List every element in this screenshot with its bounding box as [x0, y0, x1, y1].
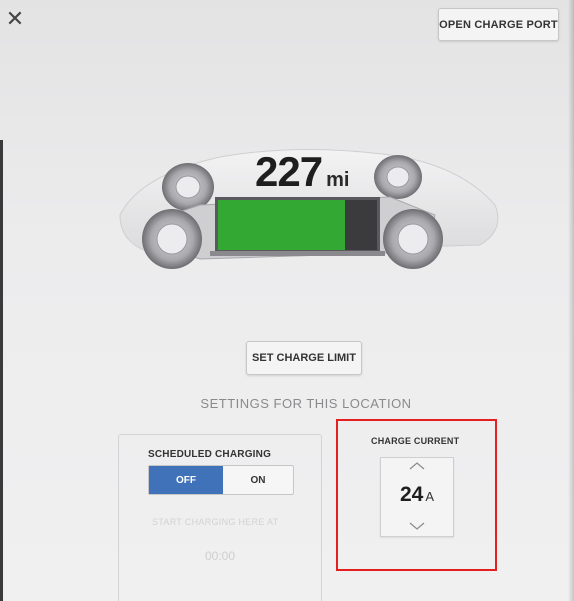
charge-current-value: 24	[399, 483, 424, 506]
start-charging-label: START CHARGING HERE AT	[152, 517, 279, 527]
battery-charge-fill	[218, 200, 350, 250]
scheduled-charging-off-option[interactable]: OFF	[149, 466, 223, 494]
open-charge-port-button[interactable]: OPEN CHARGE PORT	[438, 8, 559, 41]
charge-current-label: CHARGE CURRENT	[371, 436, 460, 446]
range-value: 227	[255, 148, 323, 195]
close-icon: ✕	[5, 6, 25, 31]
start-charging-time: 00:00	[205, 549, 236, 563]
screen-bezel-edge	[0, 140, 3, 601]
charge-current-stepper[interactable]: 24 A	[380, 457, 454, 537]
scheduled-charging-label: SCHEDULED CHARGING	[148, 449, 272, 460]
charge-current-unit: A	[425, 489, 435, 504]
range-display: 227 mi	[255, 148, 349, 196]
charge-current-readout: 24 A	[381, 483, 453, 507]
scheduled-charging-toggle[interactable]: OFF ON	[148, 465, 294, 495]
scheduled-charging-on-option[interactable]: ON	[223, 466, 293, 494]
screen-edge-shadow	[568, 0, 574, 601]
settings-section-title: SETTINGS FOR THIS LOCATION	[200, 396, 412, 411]
range-unit: mi	[326, 169, 350, 191]
chevron-up-icon[interactable]	[408, 461, 426, 471]
set-charge-limit-button[interactable]: SET CHARGE LIMIT	[246, 341, 362, 375]
battery-empty-area	[345, 200, 377, 250]
close-button[interactable]: ✕	[4, 8, 26, 30]
chevron-down-icon[interactable]	[408, 521, 426, 531]
